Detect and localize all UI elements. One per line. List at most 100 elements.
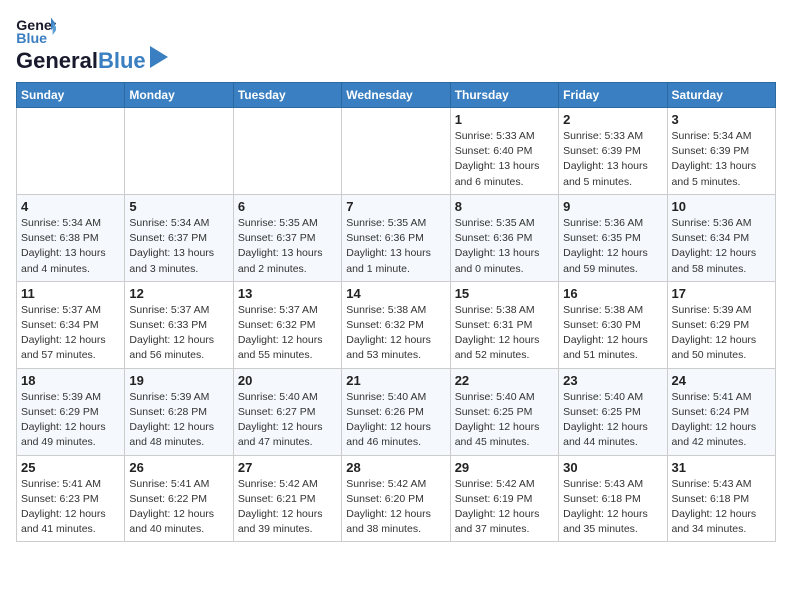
day-info: Sunrise: 5:41 AM Sunset: 6:23 PM Dayligh…	[21, 477, 120, 538]
day-info: Sunrise: 5:39 AM Sunset: 6:29 PM Dayligh…	[672, 303, 771, 364]
calendar-week-row: 18Sunrise: 5:39 AM Sunset: 6:29 PM Dayli…	[17, 368, 776, 455]
day-info: Sunrise: 5:40 AM Sunset: 6:25 PM Dayligh…	[563, 390, 662, 451]
calendar-cell: 8 Sunrise: 5:35 AM Sunset: 6:36 PM Daylig…	[450, 194, 558, 281]
day-number: 5	[129, 199, 228, 214]
calendar-cell: 14Sunrise: 5:38 AM Sunset: 6:32 PM Dayli…	[342, 281, 450, 368]
calendar-cell: 4Sunrise: 5:34 AM Sunset: 6:38 PM Daylig…	[17, 194, 125, 281]
day-info: Sunrise: 5:35 AM Sunset: 6:36 PM Dayligh…	[346, 216, 445, 277]
calendar-header-tuesday: Tuesday	[233, 83, 341, 108]
calendar-week-row: 11Sunrise: 5:37 AM Sunset: 6:34 PM Dayli…	[17, 281, 776, 368]
calendar-cell: 23Sunrise: 5:40 AM Sunset: 6:25 PM Dayli…	[559, 368, 667, 455]
day-number: 14	[346, 286, 445, 301]
calendar-cell: 18Sunrise: 5:39 AM Sunset: 6:29 PM Dayli…	[17, 368, 125, 455]
page-header: General Blue General Blue	[16, 16, 776, 74]
calendar-header-sunday: Sunday	[17, 83, 125, 108]
day-info: Sunrise: 5:41 AM Sunset: 6:24 PM Dayligh…	[672, 390, 771, 451]
day-number: 22	[455, 373, 554, 388]
calendar-cell: 11Sunrise: 5:37 AM Sunset: 6:34 PM Dayli…	[17, 281, 125, 368]
day-info: Sunrise: 5:38 AM Sunset: 6:30 PM Dayligh…	[563, 303, 662, 364]
day-info: Sunrise: 5:42 AM Sunset: 6:21 PM Dayligh…	[238, 477, 337, 538]
day-info: Sunrise: 5:36 AM Sunset: 6:35 PM Dayligh…	[563, 216, 662, 277]
calendar-cell: 30 Sunrise: 5:43 AM Sunset: 6:18 PM Dayli…	[559, 455, 667, 542]
day-info: Sunrise: 5:36 AM Sunset: 6:34 PM Dayligh…	[672, 216, 771, 277]
calendar-cell: 21Sunrise: 5:40 AM Sunset: 6:26 PM Dayli…	[342, 368, 450, 455]
day-info: Sunrise: 5:43 AM Sunset: 6:18 PM Dayligh…	[563, 477, 662, 538]
day-info: Sunrise: 5:42 AM Sunset: 6:19 PM Dayligh…	[455, 477, 554, 538]
calendar-cell: 22 Sunrise: 5:40 AM Sunset: 6:25 PM Dayli…	[450, 368, 558, 455]
day-number: 4	[21, 199, 120, 214]
day-number: 11	[21, 286, 120, 301]
day-number: 29	[455, 460, 554, 475]
day-info: Sunrise: 5:39 AM Sunset: 6:28 PM Dayligh…	[129, 390, 228, 451]
logo-arrow-icon	[150, 46, 168, 68]
calendar-cell: 31 Sunrise: 5:43 AM Sunset: 6:18 PM Dayli…	[667, 455, 775, 542]
calendar-table: SundayMondayTuesdayWednesdayThursdayFrid…	[16, 82, 776, 542]
logo-blue: Blue	[98, 48, 146, 74]
logo-icon: General Blue	[16, 16, 56, 46]
day-number: 9	[563, 199, 662, 214]
day-info: Sunrise: 5:41 AM Sunset: 6:22 PM Dayligh…	[129, 477, 228, 538]
day-number: 3	[672, 112, 771, 127]
day-number: 10	[672, 199, 771, 214]
day-number: 6	[238, 199, 337, 214]
calendar-header-row: SundayMondayTuesdayWednesdayThursdayFrid…	[17, 83, 776, 108]
calendar-cell: 29 Sunrise: 5:42 AM Sunset: 6:19 PM Dayli…	[450, 455, 558, 542]
calendar-cell: 16 Sunrise: 5:38 AM Sunset: 6:30 PM Dayli…	[559, 281, 667, 368]
svg-text:Blue: Blue	[16, 31, 47, 46]
day-info: Sunrise: 5:40 AM Sunset: 6:25 PM Dayligh…	[455, 390, 554, 451]
calendar-cell: 15Sunrise: 5:38 AM Sunset: 6:31 PM Dayli…	[450, 281, 558, 368]
day-number: 1	[455, 112, 554, 127]
logo: General Blue General Blue	[16, 16, 168, 74]
calendar-cell	[125, 108, 233, 195]
calendar-header-monday: Monday	[125, 83, 233, 108]
day-number: 19	[129, 373, 228, 388]
day-number: 12	[129, 286, 228, 301]
calendar-cell	[233, 108, 341, 195]
calendar-cell: 3 Sunrise: 5:34 AM Sunset: 6:39 PM Daylig…	[667, 108, 775, 195]
day-number: 21	[346, 373, 445, 388]
calendar-cell: 24 Sunrise: 5:41 AM Sunset: 6:24 PM Dayli…	[667, 368, 775, 455]
calendar-cell: 7 Sunrise: 5:35 AM Sunset: 6:36 PM Daylig…	[342, 194, 450, 281]
day-info: Sunrise: 5:37 AM Sunset: 6:32 PM Dayligh…	[238, 303, 337, 364]
day-info: Sunrise: 5:43 AM Sunset: 6:18 PM Dayligh…	[672, 477, 771, 538]
day-info: Sunrise: 5:37 AM Sunset: 6:33 PM Dayligh…	[129, 303, 228, 364]
day-number: 16	[563, 286, 662, 301]
calendar-cell: 5 Sunrise: 5:34 AM Sunset: 6:37 PM Daylig…	[125, 194, 233, 281]
calendar-cell: 17 Sunrise: 5:39 AM Sunset: 6:29 PM Dayli…	[667, 281, 775, 368]
calendar-cell: 10 Sunrise: 5:36 AM Sunset: 6:34 PM Dayli…	[667, 194, 775, 281]
calendar-cell: 20 Sunrise: 5:40 AM Sunset: 6:27 PM Dayli…	[233, 368, 341, 455]
calendar-week-row: 4Sunrise: 5:34 AM Sunset: 6:38 PM Daylig…	[17, 194, 776, 281]
day-number: 13	[238, 286, 337, 301]
calendar-cell: 27 Sunrise: 5:42 AM Sunset: 6:21 PM Dayli…	[233, 455, 341, 542]
calendar-cell: 19 Sunrise: 5:39 AM Sunset: 6:28 PM Dayli…	[125, 368, 233, 455]
day-number: 20	[238, 373, 337, 388]
calendar-cell: 9 Sunrise: 5:36 AM Sunset: 6:35 PM Daylig…	[559, 194, 667, 281]
calendar-cell: 2 Sunrise: 5:33 AM Sunset: 6:39 PM Daylig…	[559, 108, 667, 195]
calendar-week-row: 1Sunrise: 5:33 AM Sunset: 6:40 PM Daylig…	[17, 108, 776, 195]
day-number: 30	[563, 460, 662, 475]
day-number: 2	[563, 112, 662, 127]
day-number: 31	[672, 460, 771, 475]
day-info: Sunrise: 5:34 AM Sunset: 6:39 PM Dayligh…	[672, 129, 771, 190]
calendar-cell	[342, 108, 450, 195]
calendar-cell: 28 Sunrise: 5:42 AM Sunset: 6:20 PM Dayli…	[342, 455, 450, 542]
calendar-header-thursday: Thursday	[450, 83, 558, 108]
day-number: 8	[455, 199, 554, 214]
day-info: Sunrise: 5:35 AM Sunset: 6:37 PM Dayligh…	[238, 216, 337, 277]
day-info: Sunrise: 5:33 AM Sunset: 6:39 PM Dayligh…	[563, 129, 662, 190]
day-number: 26	[129, 460, 228, 475]
calendar-cell: 12 Sunrise: 5:37 AM Sunset: 6:33 PM Dayli…	[125, 281, 233, 368]
day-number: 17	[672, 286, 771, 301]
day-info: Sunrise: 5:35 AM Sunset: 6:36 PM Dayligh…	[455, 216, 554, 277]
day-info: Sunrise: 5:40 AM Sunset: 6:27 PM Dayligh…	[238, 390, 337, 451]
day-number: 24	[672, 373, 771, 388]
day-info: Sunrise: 5:39 AM Sunset: 6:29 PM Dayligh…	[21, 390, 120, 451]
day-number: 27	[238, 460, 337, 475]
day-number: 7	[346, 199, 445, 214]
day-info: Sunrise: 5:42 AM Sunset: 6:20 PM Dayligh…	[346, 477, 445, 538]
calendar-cell: 1Sunrise: 5:33 AM Sunset: 6:40 PM Daylig…	[450, 108, 558, 195]
day-number: 28	[346, 460, 445, 475]
day-info: Sunrise: 5:34 AM Sunset: 6:37 PM Dayligh…	[129, 216, 228, 277]
calendar-cell: 13 Sunrise: 5:37 AM Sunset: 6:32 PM Dayli…	[233, 281, 341, 368]
calendar-cell	[17, 108, 125, 195]
